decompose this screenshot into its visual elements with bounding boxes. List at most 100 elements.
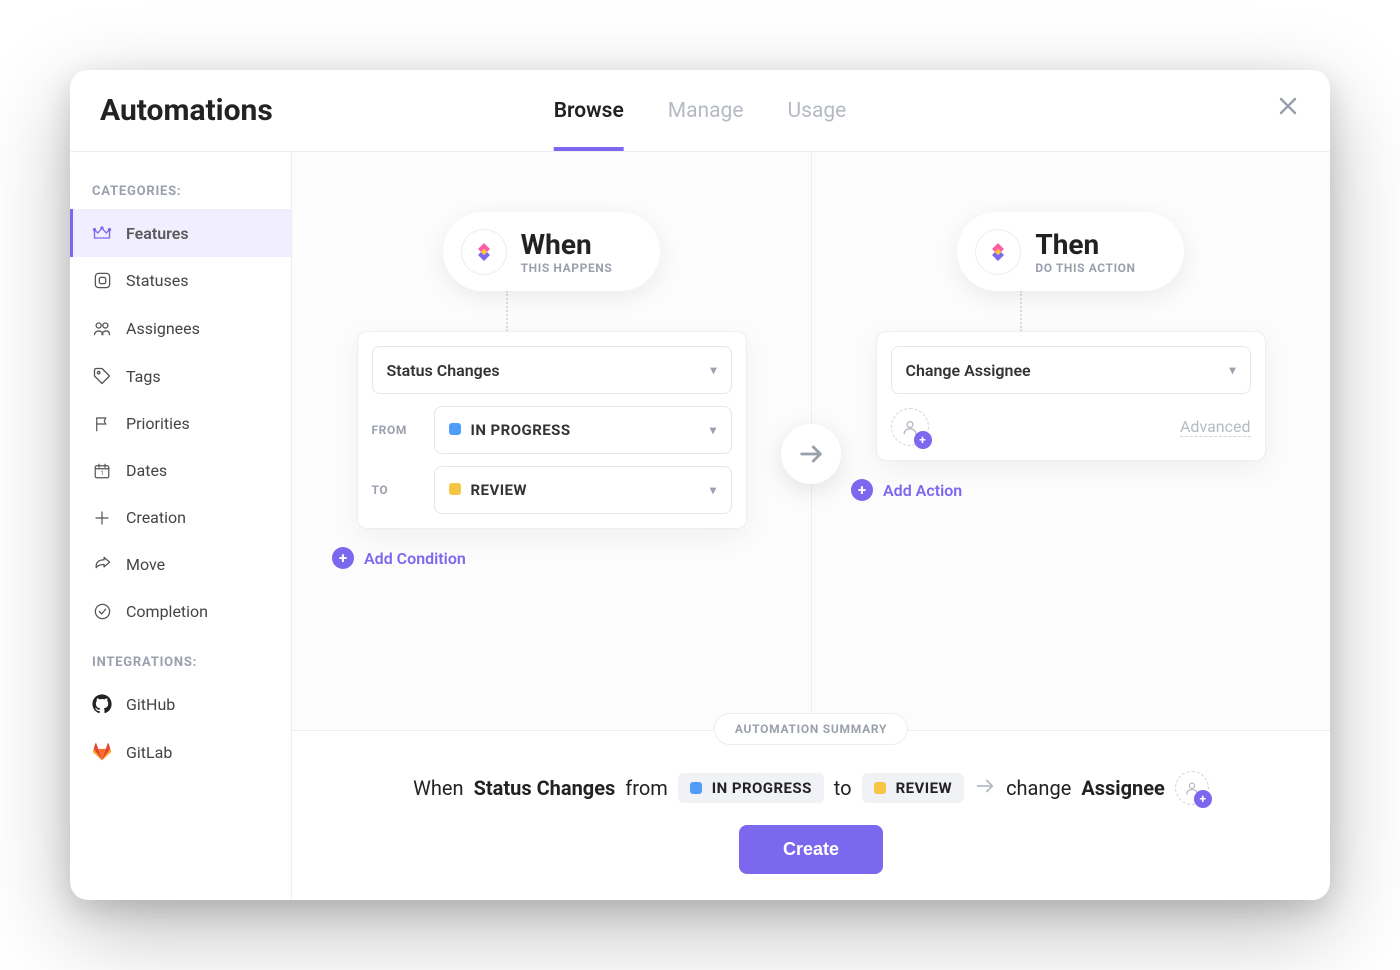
add-condition-label: Add Condition [364,549,466,568]
close-icon [1276,94,1300,118]
share-arrow-icon [92,555,112,574]
then-header-pill: Then DO THIS ACTION [957,212,1183,291]
github-icon [92,694,112,714]
plus-outline-icon [92,509,112,527]
main-canvas: When THIS HAPPENS Status Changes ▾ FR [292,152,1330,900]
sidebar-item-gitlab[interactable]: GitLab [70,728,291,776]
gitlab-icon [92,742,112,762]
check-circle-icon [92,602,112,621]
action-select-value: Change Assignee [906,361,1031,380]
summary-heading: AUTOMATION SUMMARY [714,713,908,745]
calendar-icon: 1 [92,462,112,480]
to-status-row: TO REVIEW ▾ [372,466,732,514]
tab-manage[interactable]: Manage [668,70,744,151]
sidebar-item-assignees[interactable]: Assignees [70,304,291,352]
tab-browse[interactable]: Browse [554,70,624,151]
summary-to-word: to [834,776,852,800]
then-subtitle: DO THIS ACTION [1035,261,1135,275]
status-color-dot [449,483,461,495]
add-assignee-button[interactable]: + [891,408,929,446]
automations-modal: Automations Browse Manage Usage CATEGORI… [70,70,1330,900]
sidebar-item-label: Priorities [126,414,190,433]
summary-trigger: Status Changes [474,776,616,800]
svg-text:1: 1 [100,469,103,476]
sidebar-heading-categories: CATEGORIES: [70,174,291,209]
sidebar-item-label: Features [126,224,189,243]
to-status-select[interactable]: REVIEW ▾ [434,466,732,514]
summary-add-assignee[interactable]: + [1175,771,1209,805]
plus-circle-icon: + [332,547,354,569]
when-title: When [521,228,613,261]
sidebar-item-dates[interactable]: 1 Dates [70,447,291,494]
to-label: TO [372,483,420,497]
sidebar-item-label: Statuses [126,271,189,290]
summary-when-word: When [413,776,463,800]
summary-from-chip: IN PROGRESS [678,773,824,803]
clickup-logo-icon [461,229,507,275]
sidebar-item-label: Completion [126,602,208,621]
summary-sentence: When Status Changes from IN PROGRESS to … [413,771,1209,805]
sidebar-item-label: Creation [126,508,186,527]
flag-icon [92,415,112,433]
plus-badge-icon: + [914,431,932,449]
trigger-select[interactable]: Status Changes ▾ [372,346,732,394]
header-tabs: Browse Manage Usage [554,70,847,151]
arrow-right-icon [974,775,996,802]
when-subtitle: THIS HAPPENS [521,261,613,275]
sidebar-item-completion[interactable]: Completion [70,588,291,635]
action-card: Change Assignee ▾ + Advanced [876,331,1266,461]
add-condition-button[interactable]: + Add Condition [332,547,466,569]
chevron-down-icon: ▾ [710,483,716,497]
status-square-icon [92,271,112,290]
plus-badge-icon: + [1194,790,1212,808]
connector-line [1020,291,1022,331]
chevron-down-icon: ▾ [1229,363,1235,377]
sidebar-item-label: Assignees [126,319,200,338]
chevron-down-icon: ▾ [710,363,716,377]
add-action-label: Add Action [883,481,962,500]
summary-from-word: from [625,776,667,800]
sidebar-item-github[interactable]: GitHub [70,680,291,728]
action-select[interactable]: Change Assignee ▾ [891,346,1251,394]
to-status-value: REVIEW [471,481,528,499]
status-color-dot [690,782,702,794]
when-column: When THIS HAPPENS Status Changes ▾ FR [292,152,811,730]
chevron-down-icon: ▾ [710,423,716,437]
summary-change-word: change [1006,776,1071,800]
modal-title: Automations [100,93,273,128]
crown-icon [92,223,112,243]
sidebar-item-creation[interactable]: Creation [70,494,291,541]
advanced-link[interactable]: Advanced [1180,417,1251,437]
summary-bar: AUTOMATION SUMMARY When Status Changes f… [292,730,1330,900]
from-status-row: FROM IN PROGRESS ▾ [372,406,732,454]
close-button[interactable] [1276,94,1300,122]
from-status-value: IN PROGRESS [471,421,571,439]
automation-canvas: When THIS HAPPENS Status Changes ▾ FR [292,152,1330,730]
modal-header: Automations Browse Manage Usage [70,70,1330,152]
sidebar-item-label: GitHub [126,695,175,714]
summary-to-chip: REVIEW [862,773,965,803]
sidebar-item-priorities[interactable]: Priorities [70,400,291,447]
sidebar-item-label: GitLab [126,743,172,762]
connector-line [506,291,508,331]
tab-usage[interactable]: Usage [788,70,847,151]
status-color-dot [874,782,886,794]
sidebar-item-statuses[interactable]: Statuses [70,257,291,304]
when-header-pill: When THIS HAPPENS [443,212,661,291]
create-button[interactable]: Create [739,825,883,874]
trigger-card: Status Changes ▾ FROM IN PROGRESS ▾ [357,331,747,529]
status-color-dot [449,423,461,435]
add-action-button[interactable]: + Add Action [851,479,962,501]
sidebar-item-label: Move [126,555,165,574]
from-status-select[interactable]: IN PROGRESS ▾ [434,406,732,454]
sidebar-item-tags[interactable]: Tags [70,352,291,400]
plus-circle-icon: + [851,479,873,501]
sidebar-item-move[interactable]: Move [70,541,291,588]
summary-action: Assignee [1081,776,1165,800]
flow-arrow-icon [781,424,841,484]
then-title: Then [1035,228,1135,261]
sidebar: CATEGORIES: Features Statuses Assignees [70,152,292,900]
from-label: FROM [372,423,420,437]
modal-body: CATEGORIES: Features Statuses Assignees [70,152,1330,900]
sidebar-item-features[interactable]: Features [70,209,291,257]
